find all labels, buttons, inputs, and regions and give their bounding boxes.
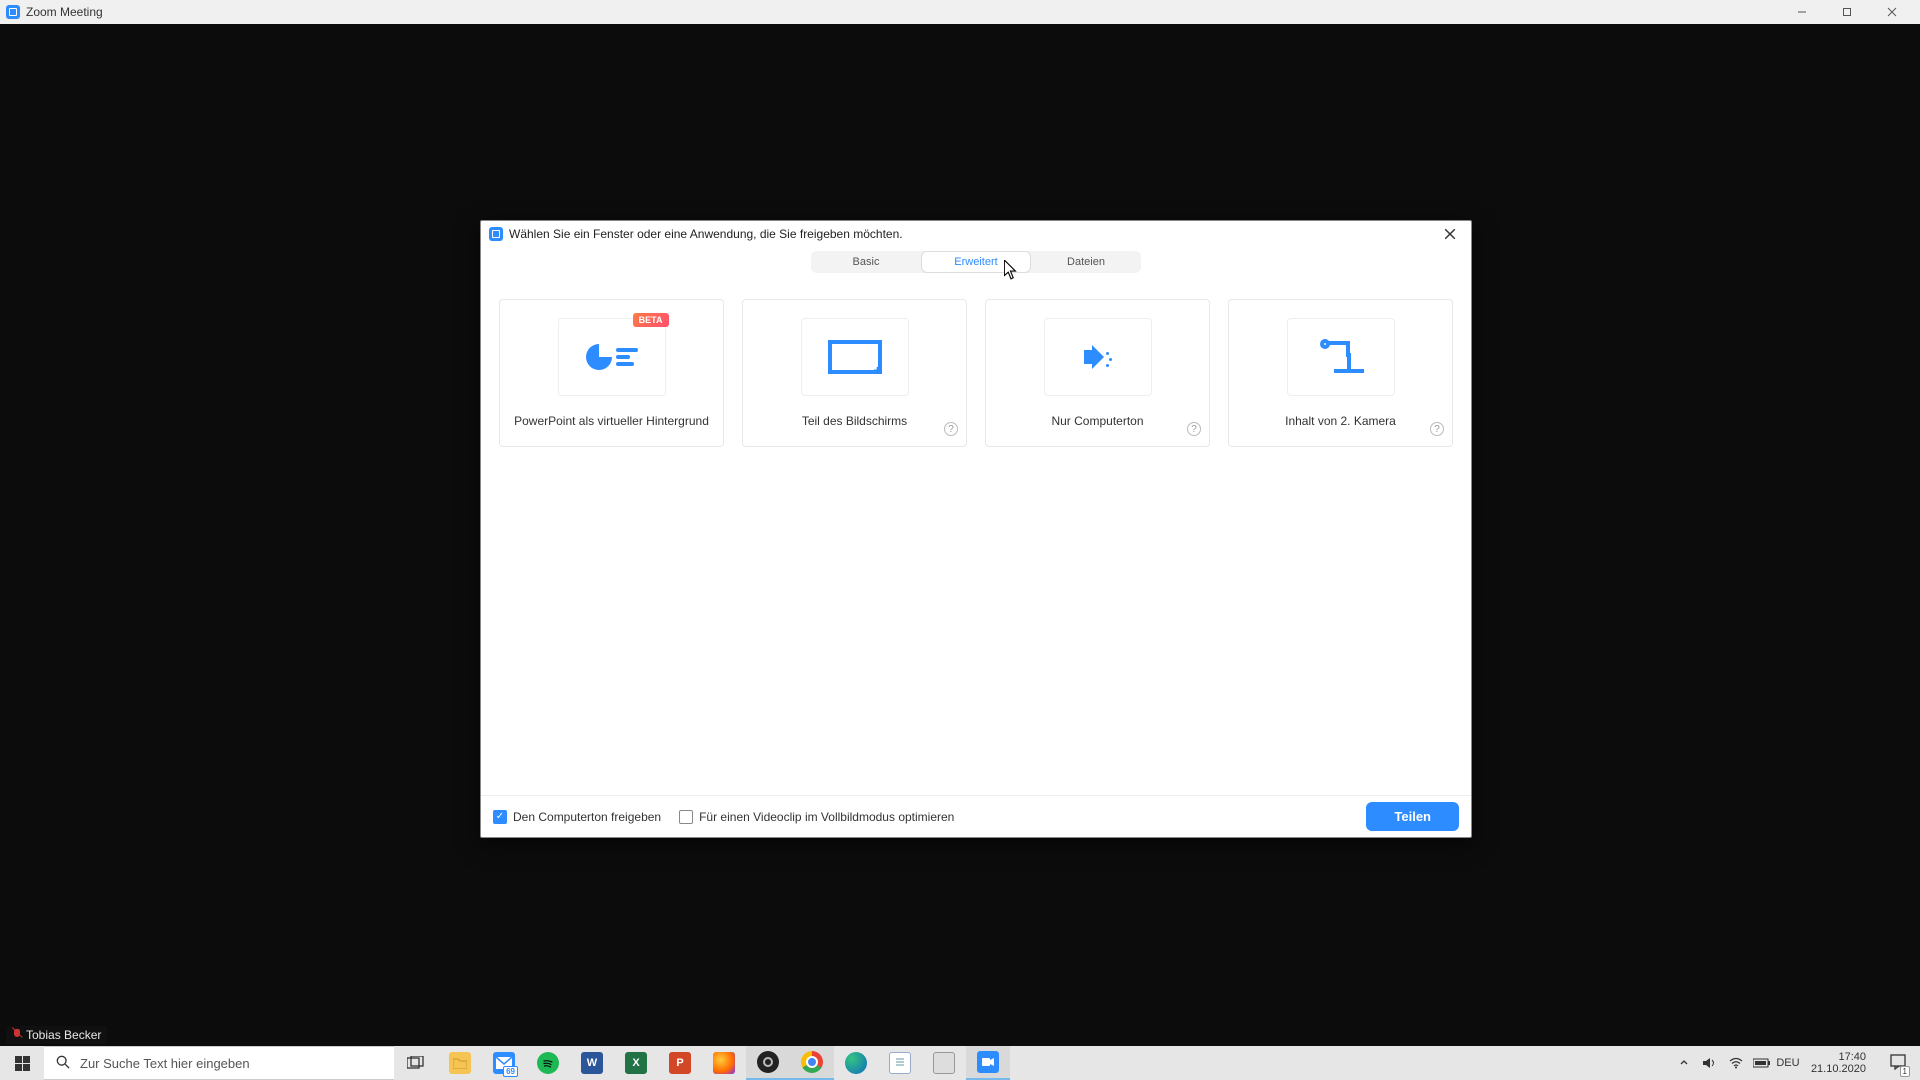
option-second-camera[interactable]: Inhalt von 2. Kamera ? <box>1228 299 1453 447</box>
powerpoint-icon <box>586 344 638 370</box>
option-label: Nur Computerton <box>1051 414 1143 428</box>
help-icon[interactable]: ? <box>1187 422 1201 436</box>
zoom-logo-icon <box>6 5 20 19</box>
system-tray: DEU 17:40 21.10.2020 <box>1675 1046 1920 1080</box>
tray-volume-icon[interactable] <box>1701 1057 1719 1069</box>
tray-clock[interactable]: 17:40 21.10.2020 <box>1805 1051 1872 1075</box>
minimize-button[interactable] <box>1779 0 1824 24</box>
taskbar-app-chrome[interactable] <box>790 1046 834 1080</box>
taskbar-apps: 69 W X P <box>394 1046 1010 1080</box>
dialog-title: Wählen Sie ein Fenster oder eine Anwendu… <box>509 227 903 241</box>
option-thumb <box>1287 318 1395 396</box>
option-portion-of-screen[interactable]: Teil des Bildschirms ? <box>742 299 967 447</box>
window-title: Zoom Meeting <box>26 5 103 19</box>
tray-battery-icon[interactable] <box>1753 1058 1771 1068</box>
dialog-header: Wählen Sie ein Fenster oder eine Anwendu… <box>481 221 1471 247</box>
option-thumb: BETA <box>558 318 666 396</box>
option-computer-audio[interactable]: Nur Computerton ? <box>985 299 1210 447</box>
taskbar-app-firefox[interactable] <box>702 1046 746 1080</box>
tray-wifi-icon[interactable] <box>1727 1057 1745 1069</box>
dialog-close-button[interactable] <box>1437 223 1463 245</box>
notification-icon <box>1890 1054 1906 1073</box>
taskbar-app-spotify[interactable] <box>526 1046 570 1080</box>
help-icon[interactable]: ? <box>944 422 958 436</box>
taskbar-app-mail[interactable]: 69 <box>482 1046 526 1080</box>
participant-name-badge: Tobias Becker <box>6 1026 107 1044</box>
option-label: Inhalt von 2. Kamera <box>1285 414 1396 428</box>
help-icon[interactable]: ? <box>1430 422 1444 436</box>
taskbar-app-edge[interactable] <box>834 1046 878 1080</box>
muted-mic-icon <box>12 1029 22 1041</box>
checkbox-label: Für einen Videoclip im Vollbildmodus opt… <box>699 810 954 824</box>
checkbox-share-computer-audio[interactable]: ✓ Den Computerton freigeben <box>493 810 661 824</box>
option-label: Teil des Bildschirms <box>802 414 907 428</box>
search-placeholder: Zur Suche Text hier eingeben <box>80 1056 250 1071</box>
tray-overflow-button[interactable] <box>1675 1058 1693 1068</box>
beta-badge: BETA <box>633 313 669 327</box>
window-titlebar: Zoom Meeting <box>0 0 1920 24</box>
taskbar-app-explorer[interactable] <box>438 1046 482 1080</box>
search-icon <box>56 1055 70 1072</box>
taskbar-app-zoom[interactable] <box>966 1046 1010 1080</box>
taskbar-app-obs[interactable] <box>746 1046 790 1080</box>
share-screen-dialog: Wählen Sie ein Fenster oder eine Anwendu… <box>480 220 1472 838</box>
tray-language-indicator[interactable]: DEU <box>1779 1057 1797 1069</box>
participant-name: Tobias Becker <box>26 1028 101 1042</box>
screen-portion-icon <box>828 340 882 374</box>
share-options-grid: BETA PowerPoint als virtueller Hintergru… <box>481 277 1471 795</box>
taskbar-app-generic[interactable] <box>922 1046 966 1080</box>
tray-notifications-button[interactable] <box>1880 1054 1916 1073</box>
option-powerpoint-background[interactable]: BETA PowerPoint als virtueller Hintergru… <box>499 299 724 447</box>
option-thumb <box>1044 318 1152 396</box>
taskbar-app-notepad[interactable] <box>878 1046 922 1080</box>
maximize-button[interactable] <box>1824 0 1869 24</box>
option-thumb <box>801 318 909 396</box>
checkbox-label: Den Computerton freigeben <box>513 810 661 824</box>
taskbar-app-word[interactable]: W <box>570 1046 614 1080</box>
tab-files[interactable]: Dateien <box>1031 251 1141 273</box>
checkbox-optimize-video[interactable]: Für einen Videoclip im Vollbildmodus opt… <box>679 810 954 824</box>
tray-date: 21.10.2020 <box>1811 1063 1866 1075</box>
share-button[interactable]: Teilen <box>1366 802 1459 831</box>
camera-icon <box>1316 339 1366 375</box>
windows-logo-icon <box>15 1056 30 1071</box>
speaker-icon <box>1078 342 1118 372</box>
zoom-logo-icon <box>489 227 503 241</box>
taskbar-search[interactable]: Zur Suche Text hier eingeben <box>44 1046 394 1080</box>
tab-basic[interactable]: Basic <box>811 251 921 273</box>
tray-time: 17:40 <box>1811 1051 1866 1063</box>
taskbar-app-excel[interactable]: X <box>614 1046 658 1080</box>
dialog-tabs: Basic Erweitert Dateien <box>481 247 1471 277</box>
task-view-button[interactable] <box>394 1046 438 1080</box>
taskbar: Zur Suche Text hier eingeben 69 W X P <box>0 1046 1920 1080</box>
dialog-footer: ✓ Den Computerton freigeben Für einen Vi… <box>481 795 1471 837</box>
option-label: PowerPoint als virtueller Hintergrund <box>514 414 709 428</box>
mail-badge-count: 69 <box>503 1066 518 1077</box>
tab-advanced[interactable]: Erweitert <box>921 251 1031 273</box>
close-window-button[interactable] <box>1869 0 1914 24</box>
window-controls <box>1779 0 1914 24</box>
taskbar-app-powerpoint[interactable]: P <box>658 1046 702 1080</box>
start-button[interactable] <box>0 1046 44 1080</box>
